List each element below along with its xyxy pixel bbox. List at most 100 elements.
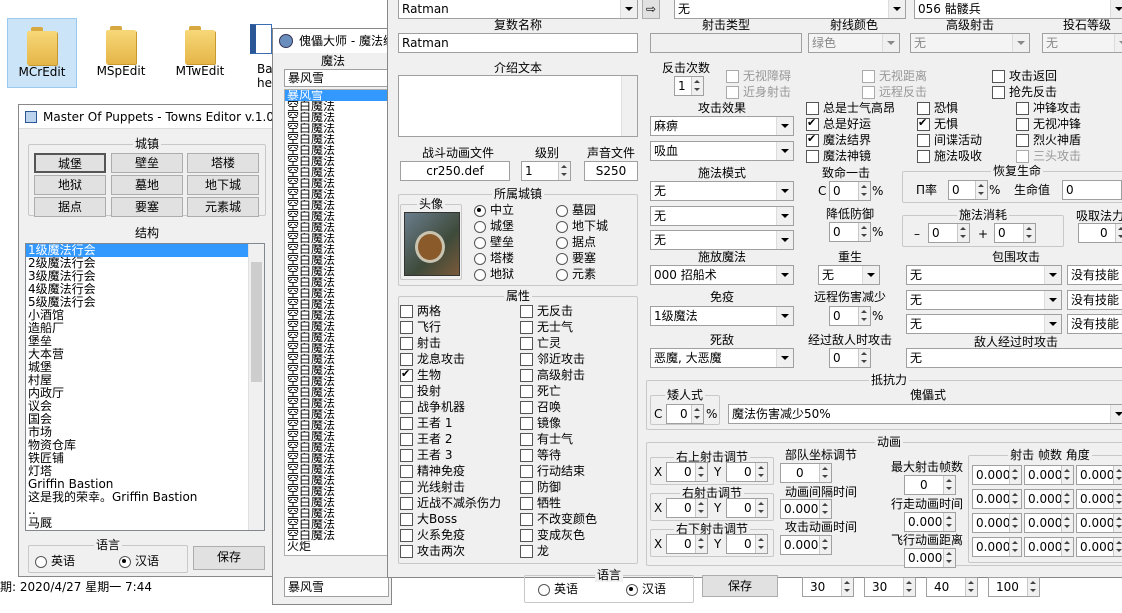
fearless-checkbox[interactable]: 无惧	[917, 116, 958, 132]
surround-select-2[interactable]: 无	[906, 290, 1062, 310]
town-radio-cove[interactable]: 墓园	[556, 203, 596, 218]
structure-list-item[interactable]: 议会	[26, 400, 248, 413]
cast-cost-spinner-2[interactable]: 0	[994, 223, 1036, 243]
spell-list-item[interactable]: 空白魔法	[285, 321, 388, 332]
ignore-distance-checkbox[interactable]: 无视距离	[862, 69, 927, 84]
spell-list-item[interactable]: 空白魔法	[285, 156, 388, 167]
spell-list-item[interactable]: 空白魔法	[285, 365, 388, 376]
copy-button[interactable]: ⇨	[642, 0, 660, 19]
ranged-reduce-spinner[interactable]: 0	[829, 306, 871, 326]
spell-list-item[interactable]: 空白魔法	[285, 167, 388, 178]
upgrade-select[interactable]: 无	[674, 0, 906, 19]
town-radio-stronghold[interactable]: 据点	[556, 235, 596, 250]
desktop-icon-mcredit[interactable]: MCrEdit	[7, 18, 77, 88]
sound-file-input[interactable]: S250	[584, 161, 638, 181]
spell-list-item[interactable]: 空白魔法	[285, 233, 388, 244]
first-strike-checkbox[interactable]: 抢先反击	[992, 85, 1057, 100]
frame-spinner[interactable]: 0.000	[1076, 513, 1122, 533]
frame-spinner[interactable]: 0.000	[1076, 537, 1122, 557]
shoot-x-spinner[interactable]: 0	[666, 498, 708, 518]
three-head-checkbox[interactable]: 三头攻击	[1016, 149, 1081, 164]
surround-skill-2[interactable]: 没有技能	[1067, 290, 1122, 310]
structure-list-item[interactable]: 堡垒	[26, 335, 248, 348]
fire-shield-checkbox[interactable]: 烈火神盾	[1016, 133, 1081, 148]
spell-list-item[interactable]: 空白魔法	[285, 464, 388, 475]
frame-spinner[interactable]: 0.000	[1024, 537, 1074, 557]
spell-list-item[interactable]: 空白魔法	[285, 255, 388, 266]
attribute-checkbox[interactable]: 召唤	[520, 400, 561, 415]
towns-lang-en-radio[interactable]: 英语	[35, 554, 75, 569]
frame-spinner[interactable]: 0.000	[972, 465, 1022, 485]
structure-list-item[interactable]: 铁匠铺	[26, 452, 248, 465]
spell-absorb-checkbox[interactable]: 施法吸收	[917, 149, 982, 164]
spell-list-item[interactable]: 火炬	[285, 541, 388, 552]
structure-list-item[interactable]: 3级魔法行会	[26, 270, 248, 283]
spell-list-item[interactable]: 空白魔法	[285, 200, 388, 211]
plural-name-input[interactable]: Ratman	[398, 33, 638, 53]
spell-list-item[interactable]: 空白魔法	[285, 112, 388, 123]
surround-select-3[interactable]: 无	[906, 314, 1062, 334]
town-button-rampart[interactable]: 壁垒	[111, 153, 183, 173]
attribute-checkbox[interactable]: 镜像	[520, 416, 561, 431]
anim-interval-spinner[interactable]: 0.000	[780, 499, 832, 519]
spell-list-item[interactable]: 空白魔法	[285, 189, 388, 200]
attribute-checkbox[interactable]: 亡灵	[520, 336, 561, 351]
attack-return-checkbox[interactable]: 攻击返回	[992, 69, 1057, 84]
structure-list-item[interactable]: 这是我的荣幸。Griffin Bastion	[26, 491, 248, 504]
shoot-y-spinner[interactable]: 0	[726, 462, 768, 482]
ignore-charge-checkbox[interactable]: 无视冲锋	[1016, 117, 1081, 132]
spell-list-item[interactable]: 暴风雪	[285, 90, 388, 101]
regen-hp-spinner[interactable]: 0	[1062, 180, 1122, 200]
structure-list-item[interactable]: 马厩	[26, 517, 248, 530]
spell-list-item[interactable]: 空白魔法	[285, 178, 388, 189]
spell-list-item[interactable]: 空白魔法	[285, 211, 388, 222]
reduce-def-spinner[interactable]: 0	[829, 222, 871, 242]
frame-spinner[interactable]: 0.000	[1076, 465, 1122, 485]
dwarf-spinner[interactable]: 0	[666, 404, 704, 424]
spell-list-item[interactable]: 空白魔法	[285, 431, 388, 442]
creature-name-select[interactable]: Ratman	[398, 0, 638, 19]
spell-list-item[interactable]: 空白魔法	[285, 508, 388, 519]
town-button-fortress[interactable]: 要塞	[111, 197, 183, 217]
spell-list[interactable]: 暴风雪 空白魔法 空白魔法 空白魔法 空白魔法 空白魔法 空白魔法 空白魔法 空白魔法 空白魔法空…	[284, 89, 389, 556]
charge-attack-checkbox[interactable]: 冲锋攻击	[1016, 101, 1081, 116]
surround-skill-1[interactable]: 没有技能	[1067, 265, 1122, 285]
creature-save-button[interactable]: 保存	[702, 575, 778, 597]
attack-anim-spinner[interactable]: 0.000	[780, 535, 832, 555]
towns-lang-cn-radio[interactable]: 汉语	[119, 554, 159, 569]
cast-mode-select-3[interactable]: 无	[650, 230, 794, 250]
structure-list-item[interactable]: 4级魔法行会	[26, 283, 248, 296]
attribute-checkbox[interactable]: 高级射击	[520, 368, 585, 383]
ray-color-select[interactable]: 绿色	[808, 33, 900, 53]
spell-list-item[interactable]: 空白魔法	[285, 244, 388, 255]
attribute-checkbox[interactable]: 不改变颜色	[520, 512, 597, 527]
attribute-checkbox[interactable]: 飞行	[400, 320, 441, 335]
puppet-select[interactable]: 魔法伤害减少50%	[728, 404, 1122, 424]
spell-list-item[interactable]: 空白魔法	[285, 519, 388, 530]
attribute-checkbox[interactable]: 变成灰色	[520, 528, 585, 543]
anim-file-input[interactable]: cr250.def	[400, 161, 510, 181]
town-button-tower[interactable]: 塔楼	[187, 153, 259, 173]
pass-enemy-spinner[interactable]: 0	[829, 348, 871, 368]
frame-spinner[interactable]: 0.000	[1076, 489, 1122, 509]
base-creature-select[interactable]: 056 骷髅兵	[914, 0, 1122, 19]
regen-rate-spinner[interactable]: 0	[948, 180, 988, 200]
attribute-checkbox[interactable]: 行动结束	[520, 464, 585, 479]
town-button-necropolis[interactable]: 墓地	[111, 175, 183, 195]
structure-list-item[interactable]: 市场	[26, 426, 248, 439]
structure-list-item[interactable]: 5级魔法行会	[26, 296, 248, 309]
attribute-checkbox[interactable]: 射击	[400, 336, 441, 351]
structure-list-item[interactable]: 灯塔	[26, 465, 248, 478]
intro-textarea[interactable]	[398, 75, 638, 137]
cast-spell-select[interactable]: 000 招船术	[650, 265, 794, 285]
frame-spinner[interactable]: 0.000	[1024, 489, 1074, 509]
spell-name-input[interactable]: 暴风雪	[284, 69, 389, 87]
creature-portrait[interactable]	[404, 212, 460, 276]
ranged-counter-checkbox[interactable]: 远程反击	[862, 85, 927, 100]
rebirth-select[interactable]: 无	[818, 265, 880, 285]
spell-list-item[interactable]: 空白魔法	[285, 475, 388, 486]
town-button-dungeon[interactable]: 地下城	[187, 175, 259, 195]
town-button-castle[interactable]: 城堡	[34, 153, 106, 173]
throw-level-select[interactable]: 无	[1042, 33, 1122, 53]
town-radio-fortress[interactable]: 要塞	[556, 251, 596, 266]
